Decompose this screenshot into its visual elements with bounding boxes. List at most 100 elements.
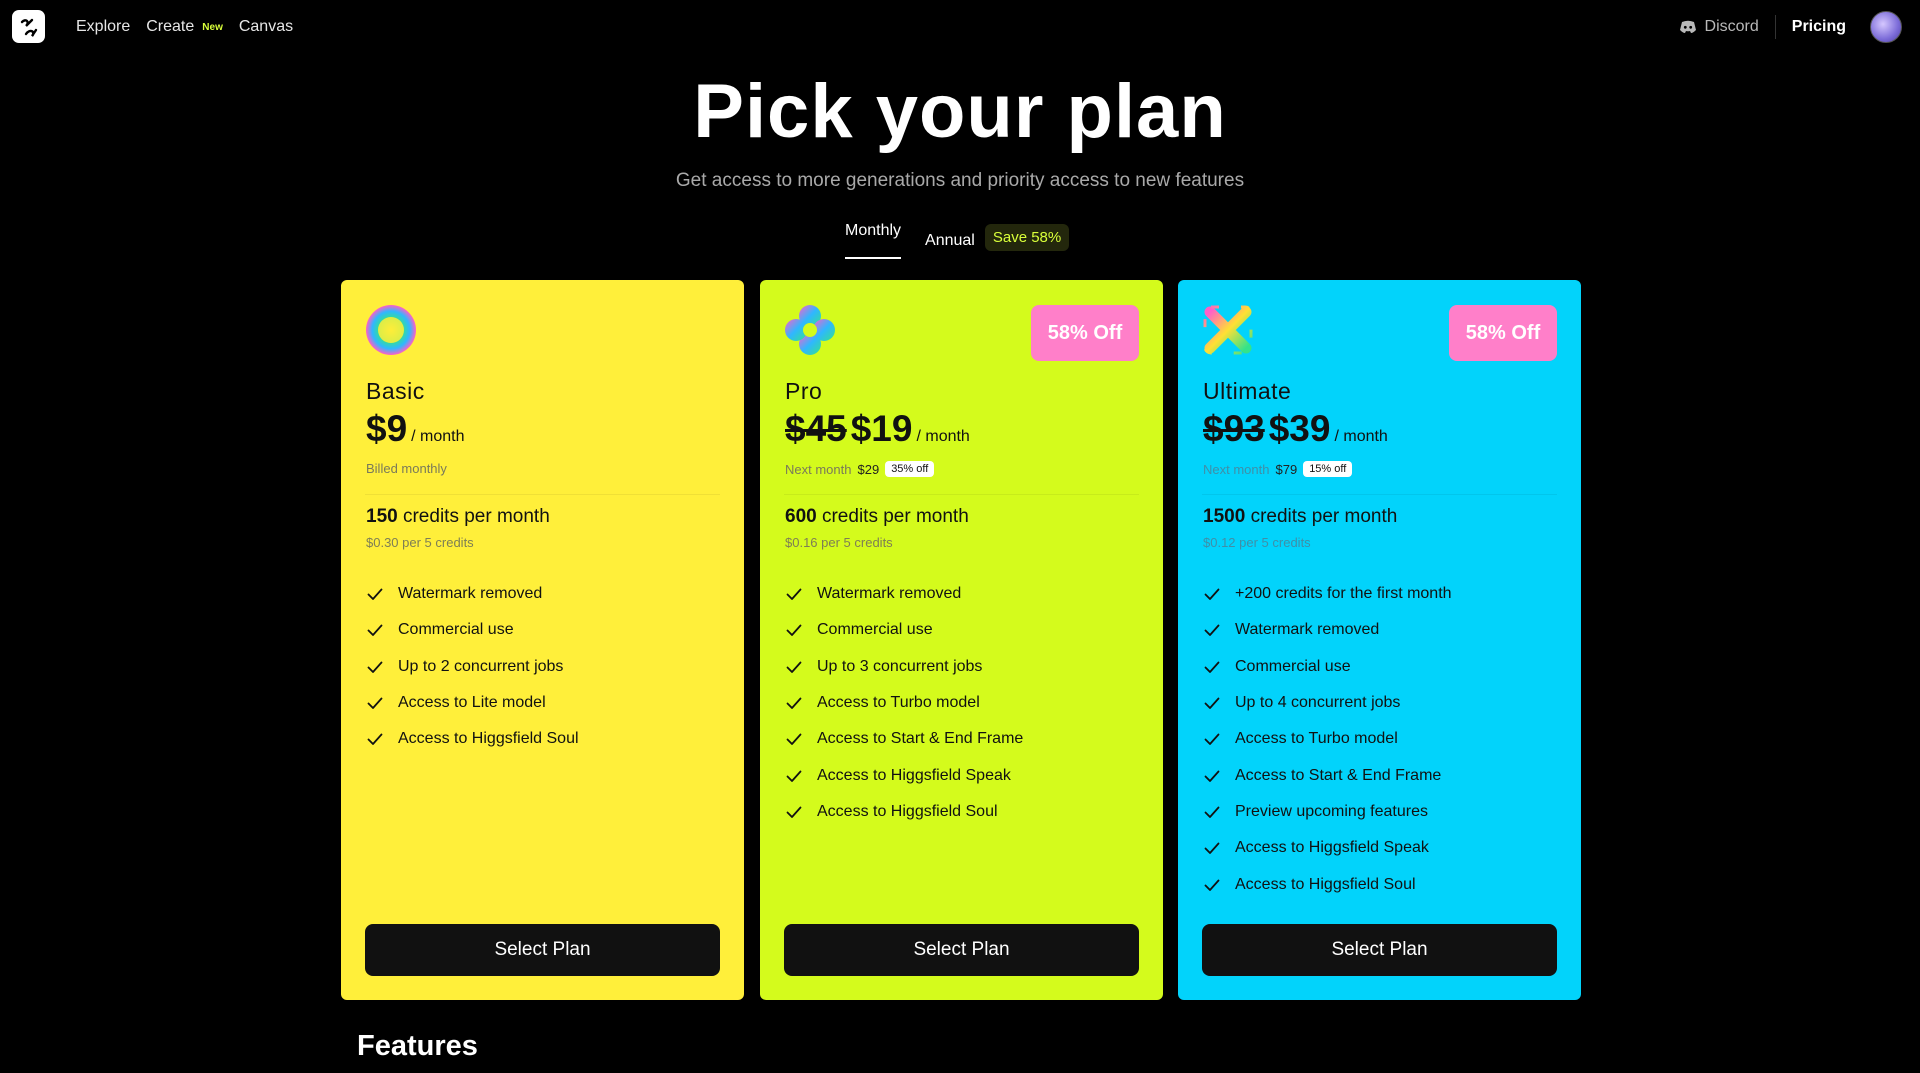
- check-icon: [786, 806, 802, 818]
- select-plan-button-ultimate[interactable]: Select Plan: [1202, 924, 1557, 976]
- tab-annual[interactable]: Annual Save 58%: [925, 216, 1070, 259]
- avatar[interactable]: [1870, 11, 1902, 43]
- next-month-label: Next month: [785, 461, 852, 477]
- feature-label: Access to Lite model: [398, 694, 546, 712]
- feature-item: Access to Start & End Frame: [785, 721, 1023, 757]
- new-badge: New: [202, 21, 223, 33]
- billing-toggle: Monthly Annual Save 58%: [845, 216, 1070, 262]
- logo-icon[interactable]: [12, 10, 45, 43]
- feature-label: Access to Start & End Frame: [1235, 766, 1442, 784]
- plan-price: $9: [366, 408, 408, 449]
- next-month-badge: 15% off: [1303, 461, 1353, 477]
- feature-item: Access to Higgsfield Soul: [366, 721, 579, 757]
- feature-label: Watermark removed: [398, 585, 543, 603]
- plan-name: Ultimate: [1203, 378, 1292, 404]
- next-month-price: $79: [1275, 461, 1298, 477]
- check-icon: [786, 661, 802, 673]
- plan-card-pro: 58% Off Pro $45 $19 / month Next month $…: [760, 280, 1163, 1000]
- billing-note: Billed monthly: [366, 461, 447, 476]
- feature-label: Access to Turbo model: [1235, 730, 1398, 748]
- divider: [784, 494, 1139, 495]
- select-plan-button-basic[interactable]: Select Plan: [365, 924, 720, 976]
- nav-explore[interactable]: Explore: [76, 18, 130, 36]
- credits-amount: 600 credits per month: [785, 506, 969, 528]
- feature-item: Access to Higgsfield Soul: [1203, 866, 1452, 902]
- nav-canvas[interactable]: Canvas: [239, 18, 293, 36]
- discord-icon: [1679, 20, 1696, 33]
- per-credit-price: $0.12 per 5 credits: [1203, 535, 1311, 550]
- divider: [1202, 494, 1557, 495]
- plan-card-basic: Basic $9 / month Billed monthly 150 cred…: [341, 280, 744, 1000]
- tab-annual-label: Annual: [925, 231, 975, 249]
- save-badge: Save 58%: [984, 224, 1070, 251]
- plan-price: $19: [850, 408, 913, 449]
- next-month-badge: 35% off: [885, 461, 935, 477]
- select-plan-button-pro[interactable]: Select Plan: [784, 924, 1139, 976]
- check-icon: [1204, 770, 1220, 782]
- price-row: $93 $39 / month: [1203, 408, 1388, 450]
- check-icon: [786, 625, 802, 637]
- next-month-info: Next month $79 15% off: [1203, 461, 1353, 477]
- nav-pricing[interactable]: Pricing: [1792, 18, 1846, 36]
- check-icon: [367, 733, 383, 746]
- credits-suffix: credits per month: [1250, 506, 1398, 527]
- check-icon: [1204, 625, 1220, 637]
- feature-label: Watermark removed: [1235, 621, 1380, 639]
- feature-list: +200 credits for the first month Watermar…: [1203, 576, 1452, 903]
- feature-label: Commercial use: [398, 621, 514, 639]
- discord-label: Discord: [1704, 18, 1759, 35]
- credits-number: 600: [785, 506, 817, 527]
- check-icon: [1204, 806, 1220, 818]
- features-heading: Features: [357, 1030, 478, 1062]
- feature-item: Watermark removed: [366, 576, 579, 612]
- feature-label: Up to 4 concurrent jobs: [1235, 694, 1401, 712]
- check-icon: [367, 661, 383, 673]
- check-icon: [786, 588, 802, 601]
- check-icon: [1204, 879, 1220, 891]
- pro-plan-icon: [785, 305, 835, 355]
- next-month-label: Next month: [1203, 461, 1270, 477]
- feature-label: Commercial use: [1235, 657, 1351, 675]
- feature-item: Access to Higgsfield Soul: [785, 794, 1023, 830]
- feature-label: Access to Turbo model: [817, 694, 980, 712]
- feature-item: Preview upcoming features: [1203, 794, 1452, 830]
- price-per: / month: [1334, 428, 1388, 445]
- feature-label: +200 credits for the first month: [1235, 585, 1452, 603]
- feature-item: Watermark removed: [785, 576, 1023, 612]
- check-icon: [786, 697, 802, 709]
- plan-card-ultimate: 58% Off Ultimate $93 $39 / month Next mo…: [1178, 280, 1581, 1000]
- old-price: $45: [785, 408, 847, 449]
- check-icon: [1204, 842, 1220, 855]
- check-icon: [367, 588, 383, 601]
- nav-divider: [1774, 15, 1776, 39]
- check-icon: [1204, 733, 1220, 746]
- feature-label: Up to 3 concurrent jobs: [817, 657, 983, 675]
- feature-label: Access to Higgsfield Speak: [817, 766, 1011, 784]
- feature-item: Access to Lite model: [366, 685, 579, 721]
- feature-item: Access to Higgsfield Speak: [785, 757, 1023, 793]
- old-price: $93: [1203, 408, 1265, 449]
- feature-label: Access to Higgsfield Speak: [1235, 839, 1429, 857]
- price-row: $9 / month: [366, 408, 465, 450]
- page-title: Pick your plan: [693, 69, 1227, 154]
- page-subtitle: Get access to more generations and prior…: [675, 170, 1245, 191]
- credits-suffix: credits per month: [402, 506, 550, 527]
- feature-label: Access to Start & End Frame: [817, 730, 1024, 748]
- credits-suffix: credits per month: [821, 506, 969, 527]
- basic-plan-icon: [366, 305, 416, 355]
- tab-monthly[interactable]: Monthly: [845, 216, 902, 259]
- feature-label: Access to Higgsfield Soul: [817, 802, 998, 820]
- discord-link[interactable]: Discord: [1679, 18, 1759, 36]
- nav-create[interactable]: Create New: [146, 18, 223, 36]
- check-icon: [786, 733, 802, 746]
- per-credit-price: $0.30 per 5 credits: [366, 535, 474, 550]
- feature-item: Up to 2 concurrent jobs: [366, 649, 579, 685]
- feature-label: Access to Higgsfield Soul: [1235, 875, 1416, 893]
- price-per: / month: [916, 428, 970, 445]
- feature-item: Up to 3 concurrent jobs: [785, 649, 1023, 685]
- nav-create-label: Create: [146, 18, 195, 35]
- feature-item: +200 credits for the first month: [1203, 576, 1452, 612]
- divider: [365, 494, 720, 495]
- feature-item: Commercial use: [1203, 649, 1452, 685]
- top-nav: Explore Create New Canvas Discord Pricin…: [0, 0, 1920, 54]
